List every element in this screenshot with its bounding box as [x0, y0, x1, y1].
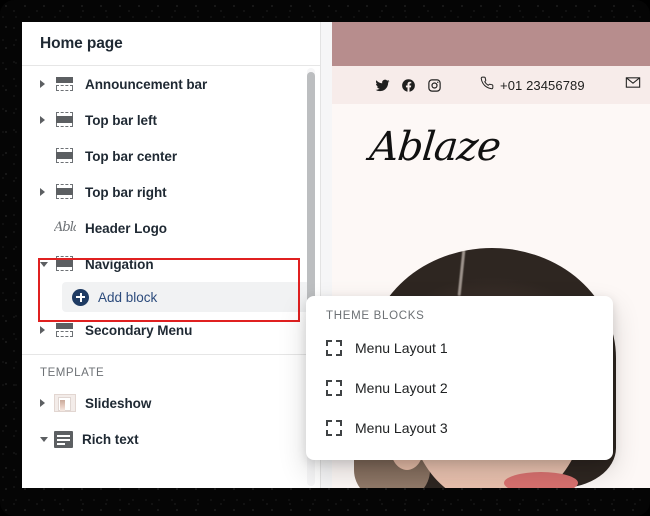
- block-bar-bottom-icon: [54, 321, 76, 339]
- chevron-down-icon[interactable]: [40, 262, 54, 267]
- add-block-label: Add block: [98, 289, 158, 305]
- phone-number: +01 23456789: [500, 77, 585, 93]
- menu-item-menu-layout-3[interactable]: Menu Layout 3: [306, 408, 613, 448]
- sidebar-item-label: Secondary Menu: [85, 322, 193, 338]
- sidebar-item-label: Top bar right: [85, 184, 167, 200]
- preview-header-logo: Ablaze: [332, 104, 650, 190]
- sidebar-item-top-bar-center[interactable]: Top bar center: [22, 138, 320, 174]
- sidebar-item-navigation[interactable]: Navigation: [22, 246, 320, 282]
- twitter-icon[interactable]: [375, 78, 390, 93]
- model-lips: [504, 472, 578, 488]
- chevron-right-icon[interactable]: [40, 116, 54, 124]
- menu-item-menu-layout-1[interactable]: Menu Layout 1: [306, 328, 613, 368]
- brand-name: Ablaze: [367, 124, 503, 170]
- sidebar-item-label: Top bar center: [85, 148, 178, 164]
- instagram-icon[interactable]: [427, 78, 442, 93]
- preview-top-bar: +01 23456789: [332, 66, 650, 104]
- slideshow-icon: [54, 394, 76, 412]
- block-bar-top-icon: [54, 75, 76, 93]
- block-bar-mid-icon: [54, 183, 76, 201]
- phone-contact[interactable]: +01 23456789: [480, 76, 585, 95]
- sidebar-item-header-logo[interactable]: Abla Header Logo: [22, 210, 320, 246]
- page-title: Home page: [40, 34, 123, 52]
- sidebar-item-top-bar-left[interactable]: Top bar left: [22, 102, 320, 138]
- preview-announcement-bar: [332, 22, 650, 66]
- sidebar-item-slideshow[interactable]: Slideshow: [22, 385, 320, 421]
- sidebar-header: Home page: [22, 22, 320, 66]
- add-block-button[interactable]: Add block: [62, 282, 310, 312]
- sections-sidebar: Home page Announcement bar Top bar left: [22, 22, 321, 488]
- sidebar-item-label: Header Logo: [85, 220, 167, 236]
- block-bar-mid-icon: [54, 111, 76, 129]
- sidebar-scrollbar-thumb[interactable]: [307, 72, 315, 312]
- dropdown-title: THEME BLOCKS: [326, 310, 425, 322]
- chevron-down-icon[interactable]: [40, 437, 54, 442]
- section-tree: Announcement bar Top bar left Top bar ce…: [22, 66, 320, 457]
- menu-item-label: Menu Layout 3: [355, 420, 448, 436]
- theme-blocks-dropdown: THEME BLOCKS Menu Layout 1 Menu Layout 2…: [306, 296, 613, 460]
- social-icons: [375, 78, 442, 93]
- theme-editor-app: Home page Announcement bar Top bar left: [22, 22, 650, 488]
- menu-item-label: Menu Layout 1: [355, 340, 448, 356]
- block-placeholder-icon: [326, 340, 342, 356]
- sidebar-item-secondary-menu[interactable]: Secondary Menu: [22, 312, 320, 348]
- sidebar-item-label: Top bar left: [85, 112, 157, 128]
- block-placeholder-icon: [326, 420, 342, 436]
- chevron-right-icon[interactable]: [40, 80, 54, 88]
- menu-item-label: Menu Layout 2: [355, 380, 448, 396]
- rich-text-icon: [54, 430, 73, 448]
- block-placeholder-icon: [326, 380, 342, 396]
- block-bar-mid-icon: [54, 255, 76, 273]
- header-logo-icon: Abla: [54, 220, 76, 235]
- add-block-row: Add block: [22, 282, 320, 312]
- chevron-right-icon[interactable]: [40, 188, 54, 196]
- sidebar-item-label: Announcement bar: [85, 76, 208, 92]
- block-bar-mid-icon: [54, 147, 76, 165]
- template-section-label: TEMPLATE: [40, 367, 105, 379]
- screenshot-frame: Home page Announcement bar Top bar left: [0, 0, 650, 516]
- phone-icon: [480, 76, 494, 95]
- chevron-right-icon[interactable]: [40, 399, 54, 407]
- sidebar-item-label: Slideshow: [85, 395, 152, 411]
- sidebar-item-label: Navigation: [85, 256, 154, 272]
- sidebar-item-top-bar-right[interactable]: Top bar right: [22, 174, 320, 210]
- chevron-right-icon[interactable]: [40, 326, 54, 334]
- facebook-icon[interactable]: [401, 78, 416, 93]
- plus-circle-icon: [72, 288, 89, 306]
- sidebar-item-label: Rich text: [82, 431, 139, 447]
- menu-item-menu-layout-2[interactable]: Menu Layout 2: [306, 368, 613, 408]
- email-icon[interactable]: [625, 75, 641, 96]
- sidebar-item-announcement-bar[interactable]: Announcement bar: [22, 66, 320, 102]
- sidebar-item-rich-text[interactable]: Rich text: [22, 421, 320, 457]
